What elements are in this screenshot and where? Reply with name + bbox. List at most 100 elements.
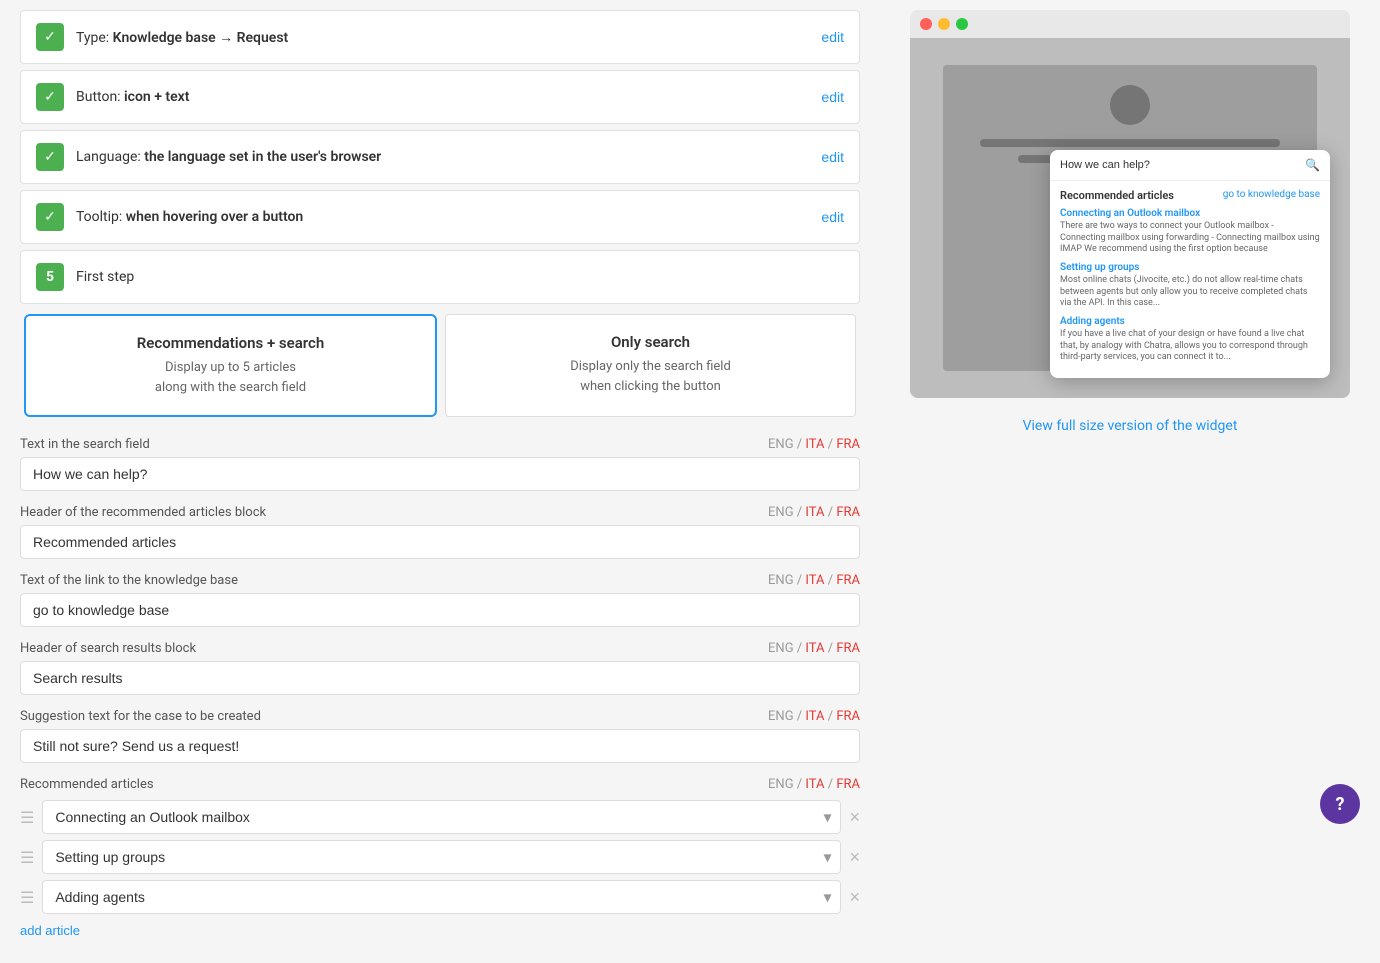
option-only-search[interactable]: Only search Display only the search fiel… [445,314,856,417]
check-icon-language: ✓ [36,143,64,171]
row-text-button: Button: icon + text [76,89,821,105]
right-panel: 🔍 Recommended articles go to knowledge b… [880,0,1380,963]
article-select-2[interactable]: Adding agents [42,880,841,914]
drag-handle-1[interactable]: ☰ [20,848,34,867]
field-group-search_text: Text in the search field ENG / ITA / FRA [20,437,860,491]
option-recommendations-title: Recommendations + search [46,334,415,352]
config-row-tooltip: ✓ Tooltip: when hovering over a button e… [20,190,860,244]
lang-switcher-header_recommended: ENG / ITA / FRA [768,505,860,520]
lang-eng-suggestion_text: ENG [768,709,794,724]
drag-handle-0[interactable]: ☰ [20,808,34,827]
step-badge: 5 [36,263,64,291]
browser-dot-red [920,18,932,30]
widget-article-text-2: If you have a live chat of your design o… [1060,329,1320,364]
step-row: 5 First step [20,250,860,304]
article-select-1[interactable]: Setting up groups [42,840,841,874]
lang-fra-articles[interactable]: FRA [836,777,860,792]
articles-section: Recommended articles ENG / ITA / FRA ☰ C… [20,777,860,939]
widget-popup: 🔍 Recommended articles go to knowledge b… [1050,150,1330,378]
fields-container: Text in the search field ENG / ITA / FRA… [20,437,860,763]
widget-article-title-1[interactable]: Setting up groups [1060,262,1320,273]
field-input-suggestion_text[interactable] [20,729,860,763]
lang-ita-suggestion_text[interactable]: ITA [805,709,824,724]
lang-fra-link_knowledge[interactable]: FRA [836,573,860,588]
article-select-wrapper-0: Connecting an Outlook mailbox ▾ [42,800,841,834]
field-label-header_search_results: Header of search results block [20,641,196,656]
page-line-1 [980,139,1279,147]
widget-section-header: Recommended articles go to knowledge bas… [1060,189,1320,202]
field-group-header_search_results: Header of search results block ENG / ITA… [20,641,860,695]
field-header-header_recommended: Header of the recommended articles block… [20,505,860,520]
config-row-button: ✓ Button: icon + text edit [20,70,860,124]
field-input-link_knowledge[interactable] [20,593,860,627]
field-input-search_text[interactable] [20,457,860,491]
articles-list: ☰ Connecting an Outlook mailbox ▾ × ☰ Se… [20,800,860,914]
article-row: ☰ Setting up groups ▾ × [20,840,860,874]
lang-ita-search_text[interactable]: ITA [805,437,824,452]
widget-section-link[interactable]: go to knowledge base [1223,189,1320,202]
config-row-language: ✓ Language: the language set in the user… [20,130,860,184]
edit-button-tooltip[interactable]: edit [821,209,844,225]
lang-eng-articles: ENG [768,777,794,792]
check-icon-type: ✓ [36,23,64,51]
widget-article-title-2[interactable]: Adding agents [1060,316,1320,327]
articles-lang-switcher: ENG / ITA / FRA [768,777,860,792]
article-remove-button-0[interactable]: × [849,807,860,828]
page-avatar [1110,85,1150,125]
edit-button-button[interactable]: edit [821,89,844,105]
lang-fra-header_search_results[interactable]: FRA [836,641,860,656]
edit-button-language[interactable]: edit [821,149,844,165]
lang-fra-suggestion_text[interactable]: FRA [836,709,860,724]
edit-button-type[interactable]: edit [821,29,844,45]
field-input-header_search_results[interactable] [20,661,860,695]
widget-article-text-0: There are two ways to connect your Outlo… [1060,221,1320,256]
help-button[interactable]: ? [1320,784,1360,824]
lang-ita-articles[interactable]: ITA [805,777,824,792]
field-label-header_recommended: Header of the recommended articles block [20,505,266,520]
lang-fra-header_recommended[interactable]: FRA [836,505,860,520]
article-row: ☰ Connecting an Outlook mailbox ▾ × [20,800,860,834]
view-full-size-link[interactable]: View full size version of the widget [1015,410,1246,442]
widget-article-text-1: Most online chats (Jivocite, etc.) do no… [1060,275,1320,310]
widget-search-input[interactable] [1060,159,1305,171]
option-only-search-desc: Display only the search field when click… [466,357,835,396]
field-label-suggestion_text: Suggestion text for the case to be creat… [20,709,261,724]
option-only-search-title: Only search [466,333,835,351]
article-select-wrapper-1: Setting up groups ▾ [42,840,841,874]
lang-ita-link_knowledge[interactable]: ITA [805,573,824,588]
widget-article-title-0[interactable]: Connecting an Outlook mailbox [1060,208,1320,219]
article-remove-button-2[interactable]: × [849,887,860,908]
row-text-tooltip: Tooltip: when hovering over a button [76,209,821,225]
field-input-header_recommended[interactable] [20,525,860,559]
widget-article: Adding agents If you have a live chat of… [1060,316,1320,364]
option-recommendations-search[interactable]: Recommendations + search Display up to 5… [24,314,437,417]
lang-fra-search_text[interactable]: FRA [836,437,860,452]
check-icon-tooltip: ✓ [36,203,64,231]
field-header-link_knowledge: Text of the link to the knowledge base E… [20,573,860,588]
search-icon: 🔍 [1305,158,1320,172]
widget-body: Recommended articles go to knowledge bas… [1050,181,1330,378]
article-row: ☰ Adding agents ▾ × [20,880,860,914]
articles-header: Recommended articles ENG / ITA / FRA [20,777,860,792]
lang-ita-header_recommended[interactable]: ITA [805,505,824,520]
row-text-language: Language: the language set in the user's… [76,149,821,165]
browser-dot-yellow [938,18,950,30]
config-row-type: ✓ Type: Knowledge base → Request edit [20,10,860,64]
browser-mock: 🔍 Recommended articles go to knowledge b… [910,10,1350,398]
lang-ita-header_search_results[interactable]: ITA [805,641,824,656]
field-label-search_text: Text in the search field [20,437,150,452]
widget-articles: Connecting an Outlook mailbox There are … [1060,208,1320,364]
drag-handle-2[interactable]: ☰ [20,888,34,907]
lang-eng-search_text: ENG [768,437,794,452]
browser-content: 🔍 Recommended articles go to knowledge b… [910,38,1350,398]
field-header-search_text: Text in the search field ENG / ITA / FRA [20,437,860,452]
lang-eng-link_knowledge: ENG [768,573,794,588]
config-rows: ✓ Type: Knowledge base → Request edit ✓ … [20,10,860,244]
check-icon-button: ✓ [36,83,64,111]
article-remove-button-1[interactable]: × [849,847,860,868]
lang-eng-header_recommended: ENG [768,505,794,520]
add-article-button[interactable]: add article [20,923,80,938]
article-select-0[interactable]: Connecting an Outlook mailbox [42,800,841,834]
browser-dot-green [956,18,968,30]
field-group-suggestion_text: Suggestion text for the case to be creat… [20,709,860,763]
